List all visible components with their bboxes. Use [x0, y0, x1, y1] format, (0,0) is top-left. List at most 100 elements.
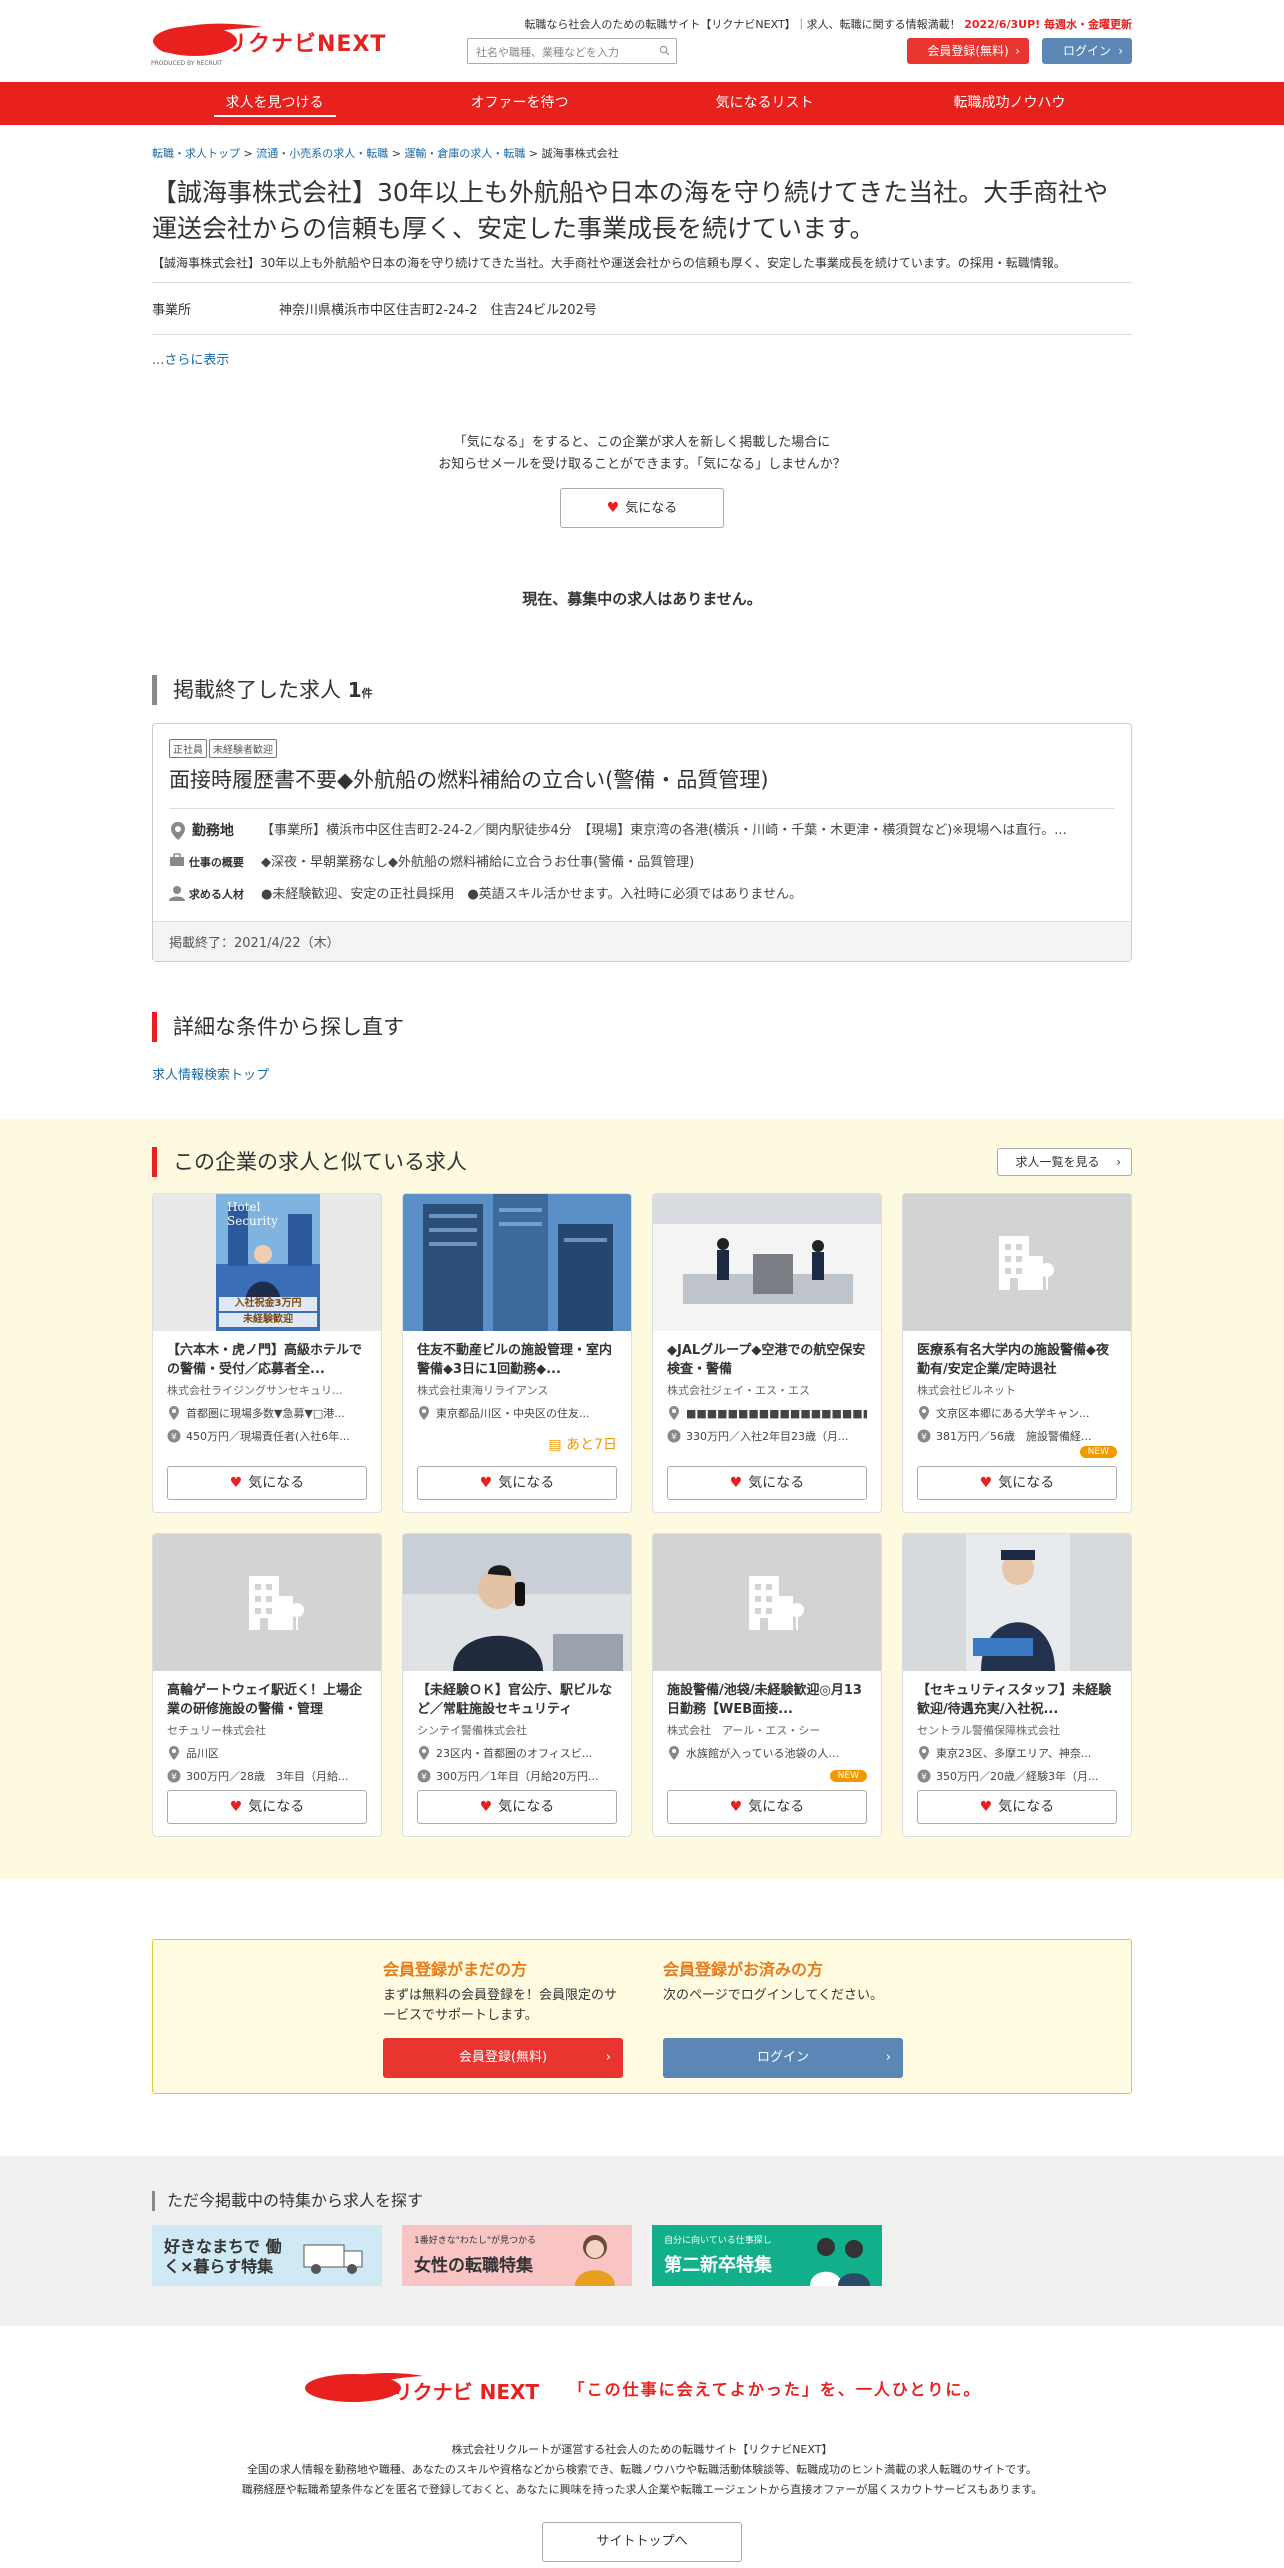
card-title[interactable]: 【六本木・虎ノ門】高級ホテルでの警備・受付／応募者全...: [167, 1341, 367, 1379]
card-title[interactable]: 住友不動産ビルの施設管理・室内警備◆3日に1回勤務◆...: [417, 1341, 617, 1379]
main-content: 転職・求人トップ > 流通・小売系の求人・転職 > 運輸・倉庫の求人・転職 > …: [152, 145, 1132, 1083]
svg-text:¥: ¥: [171, 1433, 177, 1443]
similar-job-card[interactable]: ◆JALグループ◆空港での航空保安検査・警備 株式会社ジェイ・エス・エス ■■■■■…: [652, 1193, 882, 1513]
card-thumbnail[interactable]: Hotel Security 入社祝金3万円 未経験歓迎: [153, 1194, 381, 1331]
card-salary: ¥300万円／28歳 3年目（月給...: [167, 1768, 367, 1784]
card-title[interactable]: 施設警備/池袋/未経験歓迎◎月13日勤務【WEB面接...: [667, 1681, 867, 1719]
job-work-row: 仕事の概要 ◆深夜・早朝業務なし◆外航船の燃料補給に立合うお仕事(警備・品質管理…: [169, 853, 1115, 873]
card-thumbnail[interactable]: [403, 1194, 631, 1331]
job-person: ●未経験歓迎、安定の正社員採用 ●英語スキル活かせます。入社時に必須ではありませ…: [261, 887, 802, 902]
breadcrumb-link[interactable]: 運輸・倉庫の求人・転職: [404, 147, 525, 160]
favorite-button[interactable]: ♥ 気になる: [917, 1466, 1117, 1500]
location-text: 東京都品川区・中央区の住友...: [436, 1407, 590, 1420]
people-illustration-icon: [810, 2238, 870, 2286]
card-company: 株式会社 アール・エス・シー: [667, 1724, 821, 1737]
card-title[interactable]: ◆JALグループ◆空港での航空保安検査・警備: [667, 1341, 867, 1379]
card-thumbnail[interactable]: [153, 1534, 381, 1671]
chevron-right-icon: ›: [605, 2050, 611, 2065]
card-title[interactable]: 高輪ゲートウェイ駅近く！上場企業の研修施設の警備・管理: [167, 1681, 367, 1719]
search-input[interactable]: 社名や職種、業種などを入力: [467, 38, 677, 64]
favorite-button[interactable]: ♥ 気になる: [917, 1790, 1117, 1824]
features-section: ただ今掲載中の特集から求人を探す 好きなまちで 働く×暮らす特集 1番好きな"わ…: [0, 2156, 1284, 2326]
favorite-button[interactable]: ♥ 気になる: [417, 1790, 617, 1824]
favorite-button[interactable]: ♥ 気になる: [417, 1466, 617, 1500]
feature-banner-local[interactable]: 好きなまちで 働く×暮らす特集: [152, 2225, 382, 2286]
chevron-right-icon: ›: [885, 2050, 891, 2065]
job-location: 【事業所】横浜市中区住吉町2-24-2／関内駅徒歩4分 【現場】東京湾の各港(横…: [261, 823, 1067, 838]
card-thumbnail[interactable]: [403, 1534, 631, 1671]
similar-jobs-section: この企業の求人と似ている求人 求人一覧を見る › Hotel Security 入社祝…: [0, 1119, 1284, 1879]
show-more-link[interactable]: ...さらに表示: [152, 353, 229, 368]
card-location: 水族館が入っている池袋の人...: [667, 1745, 867, 1761]
register-button[interactable]: 会員登録(無料) ›: [907, 38, 1029, 64]
similar-job-card[interactable]: 医療系有名大学内の施設警備◆夜勤有/安定企業/定時退社 株式会社ビルネット 文京区本…: [902, 1193, 1132, 1513]
similar-job-card[interactable]: Hotel Security 入社祝金3万円 未経験歓迎【六本木・虎ノ門】高級ホテルで…: [152, 1193, 382, 1513]
login-button[interactable]: ログイン ›: [1042, 38, 1132, 64]
logo-main: リクナビ: [225, 32, 318, 57]
chevron-right-icon: ›: [1015, 44, 1020, 58]
woman-illustration-icon: [575, 2235, 615, 2286]
footer: リクナビ NEXT 「この仕事に会えてよかった」を、一人ひとりに。 株式会社リク…: [0, 2368, 1284, 2562]
similar-job-card[interactable]: 【セキュリティスタッフ】未経験歓迎/待遇充実/入社祝... セントラル警備保障株式…: [902, 1533, 1132, 1837]
job-title[interactable]: 面接時履歴書不要◆外航船の燃料補給の立合い(警備・品質管理): [169, 764, 1115, 809]
location-text: 水族館が入っている池袋の人...: [686, 1747, 839, 1760]
card-thumbnail[interactable]: [903, 1534, 1131, 1671]
thumb-text: 未経験歓迎: [243, 1314, 293, 1325]
card-location: 文京区本郷にある大学キャン...: [917, 1405, 1117, 1421]
similar-job-card[interactable]: 住友不動産ビルの施設管理・室内警備◆3日に1回勤務◆... 株式会社東海リライアン…: [402, 1193, 632, 1513]
location-text: 首都圏に現場多数▼急募▼□港...: [186, 1407, 345, 1420]
favorite-button[interactable]: ♥ 気になる: [667, 1466, 867, 1500]
days-left-badge: ▤ あと7日: [548, 1434, 617, 1454]
ended-job-card[interactable]: 正社員 未経験者歓迎 面接時履歴書不要◆外航船の燃料補給の立合い(警備・品質管理)…: [152, 723, 1132, 962]
similar-job-card[interactable]: 【未経験ＯＫ】官公庁、駅ビルなど／常駐施設セキュリティ シンテイ警備株式会社 23区…: [402, 1533, 632, 1837]
card-company: セチュリー株式会社: [167, 1724, 266, 1737]
footer-logo[interactable]: リクナビ NEXT: [303, 2368, 543, 2408]
site-top-button[interactable]: サイトトップへ: [542, 2522, 742, 2562]
breadcrumb-link[interactable]: 流通・小売系の求人・転職: [256, 147, 388, 160]
nav-favorites[interactable]: 気になるリスト: [642, 82, 887, 125]
breadcrumb: 転職・求人トップ > 流通・小売系の求人・転職 > 運輸・倉庫の求人・転職 > …: [152, 147, 619, 160]
register-free-button[interactable]: 会員登録(無料) ›: [383, 2038, 623, 2078]
card-title[interactable]: 【未経験ＯＫ】官公庁、駅ビルなど／常駐施設セキュリティ: [417, 1681, 617, 1719]
follow-button[interactable]: ♥ 気になる: [560, 488, 724, 528]
footer-brand: リクナビ NEXT 「この仕事に会えてよかった」を、一人ひとりに。: [303, 2368, 982, 2408]
search-icon[interactable]: [659, 45, 670, 56]
similar-job-card[interactable]: 高輪ゲートウェイ駅近く！上場企業の研修施設の警備・管理 セチュリー株式会社 品川区 ¥…: [152, 1533, 382, 1837]
nav-wait-offer[interactable]: オファーを待つ: [397, 82, 642, 125]
card-salary: ¥450万円／現場責任者(入社6年...: [167, 1428, 367, 1444]
heart-icon: ♥: [979, 1475, 993, 1491]
favorite-label: 気になる: [748, 1475, 805, 1491]
register-new-text: まずは無料の会員登録を！会員限定のサービスでサポートします。: [383, 1988, 618, 2023]
breadcrumb-current: 誠海事株式会社: [541, 147, 619, 160]
footer-description: 株式会社リクルートが運営する社会人のための転職サイト【リクナビNEXT】 全国の…: [0, 2440, 1284, 2500]
card-salary: ¥381万円／56歳 施設警備経...: [917, 1428, 1117, 1444]
job-list-label: 求人一覧を見る: [1015, 1155, 1100, 1169]
salary-text: 350万円／20歳／経験3年（月...: [936, 1770, 1099, 1783]
favorite-button[interactable]: ♥ 気になる: [167, 1790, 367, 1824]
favorite-button[interactable]: ♥ 気になる: [667, 1790, 867, 1824]
similar-job-card[interactable]: 施設警備/池袋/未経験歓迎◎月13日勤務【WEB面接... 株式会社 アール・エス…: [652, 1533, 882, 1837]
card-thumbnail[interactable]: [653, 1194, 881, 1331]
favorite-button[interactable]: ♥ 気になる: [167, 1466, 367, 1500]
salary-text: 450万円／現場責任者(入社6年...: [186, 1430, 350, 1443]
card-title[interactable]: 【セキュリティスタッフ】未経験歓迎/待遇充実/入社祝...: [917, 1681, 1117, 1719]
research-heading: 詳細な条件から探し直す: [152, 1012, 1132, 1042]
similar-heading: この企業の求人と似ている求人: [152, 1147, 467, 1177]
feature-banner-women[interactable]: 1番好きな"わたし"が見つかる 女性の転職特集: [402, 2225, 632, 2286]
card-thumbnail[interactable]: [653, 1534, 881, 1671]
card-title[interactable]: 医療系有名大学内の施設警備◆夜勤有/安定企業/定時退社: [917, 1341, 1117, 1379]
search-top-link[interactable]: 求人情報検索トップ: [152, 1068, 269, 1083]
salary-text: 300万円／28歳 3年目（月給...: [186, 1770, 349, 1783]
login-box-button[interactable]: ログイン ›: [663, 2038, 903, 2078]
nav-find-jobs[interactable]: 求人を見つける: [152, 82, 397, 125]
nav-knowhow[interactable]: 転職成功ノウハウ: [887, 82, 1132, 125]
feature-banner-second[interactable]: 自分に向いている仕事探し 第二新卒特集: [652, 2225, 882, 2286]
card-thumbnail[interactable]: [903, 1194, 1131, 1331]
svg-text:¥: ¥: [921, 1433, 927, 1443]
tag-fulltime: 正社員: [169, 739, 207, 758]
breadcrumb-link[interactable]: 転職・求人トップ: [152, 147, 240, 160]
nav-label: 気になるリスト: [715, 95, 814, 111]
job-list-button[interactable]: 求人一覧を見る ›: [997, 1148, 1132, 1176]
footer-logo-text: リクナビ NEXT: [393, 2376, 539, 2405]
building-placeholder-icon: [903, 1194, 1131, 1331]
